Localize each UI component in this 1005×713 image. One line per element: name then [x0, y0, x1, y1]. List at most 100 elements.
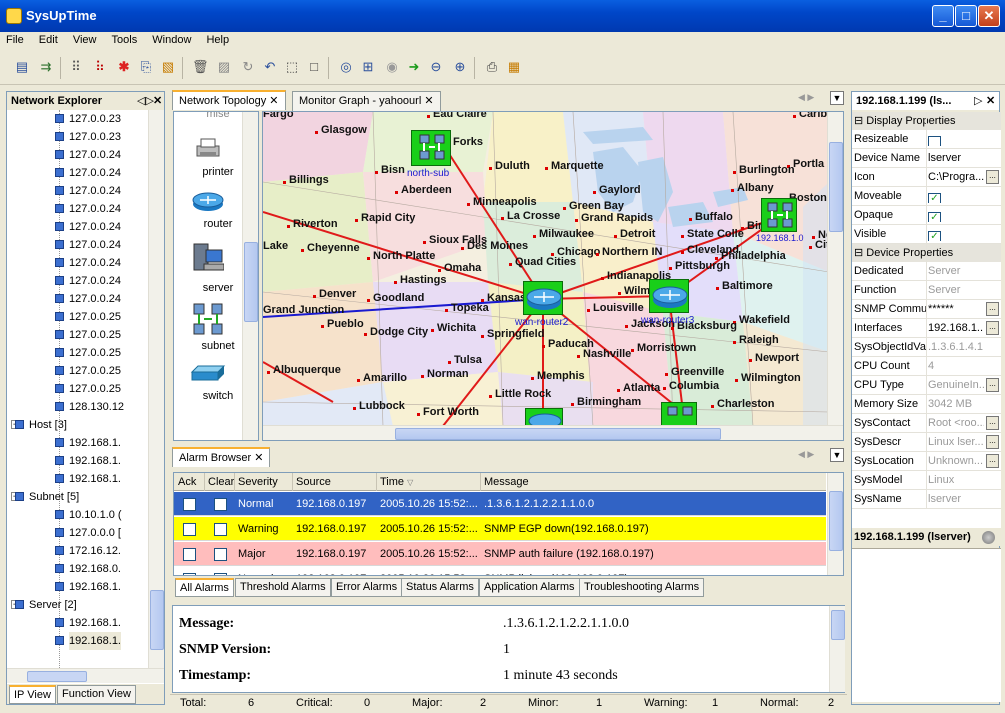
tree-item[interactable]: 192.168.1. [55, 578, 121, 596]
ack-checkbox[interactable] [183, 497, 196, 511]
trash-icon[interactable]: 🗑 [192, 59, 209, 75]
alarm-filter-tab[interactable]: All Alarms [175, 578, 234, 597]
collapse-icon[interactable]: ⊟ [854, 115, 866, 127]
pin-icon[interactable]: ◁▷ [137, 92, 154, 110]
alarm-row[interactable]: Major 192.168.0.197 2005.10.26 15:52:... SN… [174, 542, 826, 566]
print-icon[interactable]: ⎙ [484, 59, 500, 75]
tab-function-view[interactable]: Function View [57, 685, 136, 704]
draw-rect-icon[interactable]: □ [306, 59, 322, 75]
globe-icon[interactable]: ◎ [338, 59, 354, 75]
paste-icon[interactable]: ▧ [160, 59, 176, 75]
col-ack[interactable]: Ack [178, 476, 196, 488]
north-sub-device[interactable] [411, 130, 451, 166]
tree-item[interactable]: 10.10.1.0 ( [55, 506, 122, 524]
wan-router2-device[interactable] [523, 281, 563, 315]
alarm-filter-tab[interactable]: Status Alarms [401, 578, 479, 597]
tab-list-dropdown[interactable]: ▼ [830, 91, 844, 105]
tab-ip-view[interactable]: IP View [9, 685, 56, 704]
tree-item[interactable]: 127.0.0.24 [55, 236, 121, 254]
select-rect-icon[interactable]: ⬚ [284, 59, 300, 75]
tree-item[interactable]: 192.168.1. [55, 452, 121, 470]
alarm-row[interactable]: Warning 192.168.0.197 2005.10.26 15:52:...… [174, 517, 826, 541]
tree-scrollbar[interactable] [148, 110, 164, 670]
palette-scrollbar[interactable] [242, 112, 258, 440]
tab-monitor-graph[interactable]: Monitor Graph - yahoourl ✕ [292, 91, 441, 111]
tab-list-dropdown[interactable]: ▼ [830, 448, 844, 462]
tree-item[interactable]: 127.0.0.25 [55, 308, 121, 326]
tab-scroll-arrows[interactable]: ◀ ▶ [798, 92, 814, 103]
property-checkbox[interactable] [928, 135, 941, 146]
subnet-192-168-1-0-device[interactable] [761, 198, 797, 232]
close-tab-icon[interactable]: ✕ [254, 452, 263, 464]
alarm-filter-tab[interactable]: Threshold Alarms [235, 578, 331, 597]
tree-folder[interactable]: −Subnet [5] [11, 488, 79, 506]
switch-icon[interactable] [190, 364, 226, 382]
topology-map[interactable]: Fargo Eau Claire Glasgow Forks Bisn Duluth Mar… [262, 111, 844, 441]
redo-disabled-icon[interactable]: ↻ [240, 59, 256, 75]
tree-item[interactable]: 127.0.0.0 [ [55, 524, 121, 542]
ack-checkbox[interactable] [183, 572, 196, 575]
delete-node-icon[interactable]: ⠷ [92, 59, 108, 75]
alarm-filter-tab[interactable]: Error Alarms [331, 578, 403, 597]
tree-item[interactable]: 127.0.0.24 [55, 290, 121, 308]
tab-alarm-browser[interactable]: Alarm Browser ✕ [172, 447, 271, 467]
menu-window[interactable]: Window [146, 32, 197, 48]
pin-icon[interactable]: ▷ [974, 92, 982, 110]
tree-item[interactable]: 172.16.12. [55, 542, 121, 560]
fit-view-icon[interactable]: ⊞ [360, 59, 376, 75]
back-icon[interactable]: ◉ [384, 59, 400, 75]
tree-item[interactable]: 127.0.0.24 [55, 254, 121, 272]
ack-checkbox[interactable] [183, 547, 196, 561]
ack-checkbox[interactable] [183, 522, 196, 536]
discover-icon[interactable]: ⠿ [68, 59, 84, 75]
tree-item[interactable]: 192.168.1. [55, 614, 121, 632]
collapse-icon[interactable]: ⊟ [854, 247, 866, 259]
col-clear[interactable]: Clear [208, 476, 234, 488]
maximize-button[interactable]: □ [955, 5, 977, 27]
tree-item[interactable]: 127.0.0.25 [55, 344, 121, 362]
subnet-icon[interactable] [192, 302, 224, 336]
tree-item[interactable]: 127.0.0.25 [55, 362, 121, 380]
tree-item[interactable]: 127.0.0.23 [55, 110, 121, 128]
ellipsis-button[interactable]: ... [986, 454, 999, 468]
network-tree[interactable]: 127.0.0.23 127.0.0.23 127.0.0.24 127.0.0.24… [7, 110, 147, 668]
copy-icon[interactable]: ⎘ [138, 59, 154, 75]
tree-item[interactable]: 127.0.0.25 [55, 380, 121, 398]
open-map-icon[interactable]: ▤ [14, 59, 30, 75]
tree-item[interactable]: 127.0.0.23 [55, 128, 121, 146]
tree-item[interactable]: 127.0.0.25 [55, 326, 121, 344]
wan-router3-device[interactable] [649, 279, 689, 313]
tree-item[interactable]: 127.0.0.24 [55, 146, 121, 164]
col-time[interactable]: Time ▽ [380, 476, 413, 488]
clear-checkbox[interactable] [214, 497, 227, 511]
close-tab-icon[interactable]: ✕ [269, 95, 278, 107]
close-panel-icon[interactable]: ✕ [153, 92, 162, 110]
minimize-button[interactable]: _ [932, 5, 954, 27]
ellipsis-button[interactable]: ... [986, 378, 999, 392]
menu-view[interactable]: View [67, 32, 103, 48]
cut-icon[interactable]: ▨ [216, 59, 232, 75]
close-tab-icon[interactable]: ✕ [424, 95, 433, 107]
tab-network-topology[interactable]: Network Topology ✕ [172, 90, 286, 110]
property-checkbox[interactable]: ✓ [928, 230, 941, 241]
undo-icon[interactable]: ↶ [262, 59, 278, 75]
tree-item[interactable]: 127.0.0.24 [55, 218, 121, 236]
tree-item[interactable]: 127.0.0.24 [55, 200, 121, 218]
alarm-row[interactable]: Normal 192.168.0.197 2005.10.26 15:52:....… [174, 492, 826, 516]
menu-help[interactable]: Help [200, 32, 235, 48]
report-icon[interactable]: ▦ [506, 59, 522, 75]
clear-checkbox[interactable] [214, 572, 227, 575]
star-icon[interactable]: ✱ [116, 59, 132, 75]
tree-item[interactable]: 192.168.0. [55, 560, 121, 578]
menu-tools[interactable]: Tools [106, 32, 144, 48]
map-vscrollbar[interactable] [827, 112, 843, 426]
close-button[interactable]: ✕ [978, 5, 1000, 27]
tree-folder[interactable]: −Host [3] [11, 416, 67, 434]
alarm-row[interactable]: Normal 192.168.0.197 2005.10.26 15:52:... S… [174, 567, 826, 575]
clear-checkbox[interactable] [214, 522, 227, 536]
property-checkbox[interactable]: ✓ [928, 192, 941, 203]
tree-hscrollbar[interactable] [7, 668, 164, 683]
ellipsis-button[interactable]: ... [986, 435, 999, 449]
server-icon[interactable] [192, 242, 225, 274]
zoom-out-icon[interactable]: ⊖ [428, 59, 444, 75]
